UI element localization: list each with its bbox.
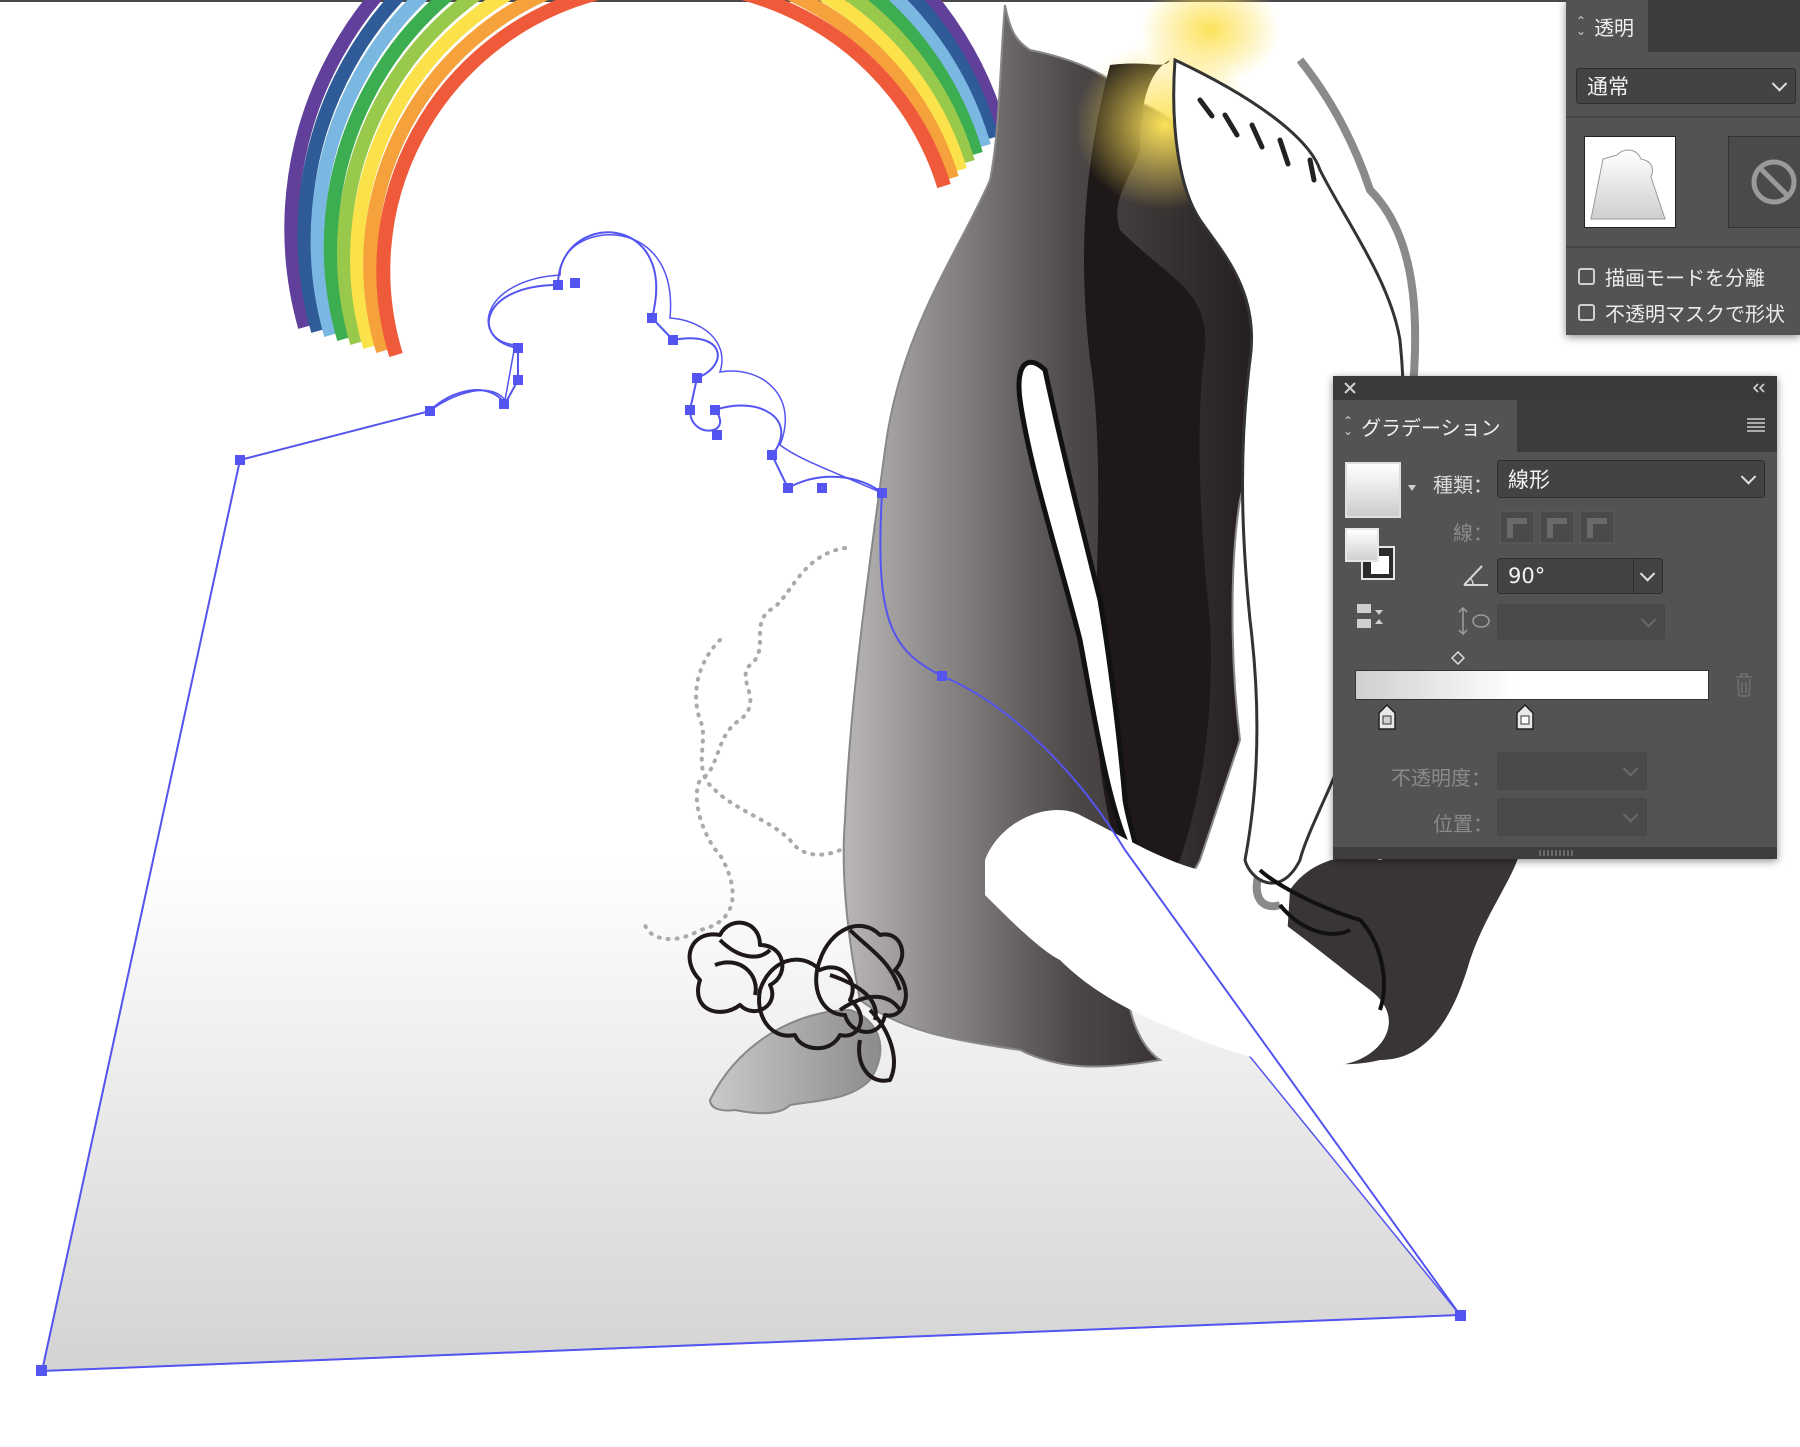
type-label: 種類： xyxy=(1433,473,1493,497)
checkbox[interactable] xyxy=(1578,268,1595,285)
double-chevron-icon[interactable] xyxy=(1751,382,1767,394)
gradient-type-dropdown[interactable]: 線形 xyxy=(1497,460,1765,498)
tab-label: 透明 xyxy=(1594,15,1635,40)
reverse-gradient-icon[interactable] xyxy=(1355,602,1385,632)
transparency-tab-bar: ⌃ ⌄ 透明 xyxy=(1566,0,1800,52)
chevron-down-icon xyxy=(1639,566,1656,582)
swatch-dropdown-icon[interactable] xyxy=(1407,484,1417,492)
opacity-label: 不透明度： xyxy=(1391,766,1491,790)
location-dropdown[interactable] xyxy=(1497,798,1647,836)
checkbox[interactable] xyxy=(1578,304,1595,321)
opacity-mask-checkbox[interactable]: 不透明マスクで形状 xyxy=(1578,298,1785,327)
chevron-down-icon xyxy=(1640,612,1657,628)
location-label: 位置： xyxy=(1433,812,1493,836)
object-thumbnail[interactable] xyxy=(1584,136,1676,228)
blend-mode-value: 通常 xyxy=(1587,75,1629,99)
checkbox-label: 不透明マスクで形状 xyxy=(1605,302,1785,326)
color-stop-left[interactable] xyxy=(1377,704,1397,730)
stroke-label: 線： xyxy=(1453,521,1493,545)
angle-dropdown[interactable] xyxy=(1633,558,1663,594)
aspect-ratio-icon xyxy=(1458,606,1490,636)
panel-titlebar[interactable] xyxy=(1333,376,1777,400)
trash-icon[interactable] xyxy=(1733,672,1755,698)
tab-label: グラデーション xyxy=(1361,415,1501,440)
gradient-swatch[interactable] xyxy=(1345,462,1401,518)
chevron-down-icon xyxy=(1740,469,1757,485)
angle-input[interactable]: 90° xyxy=(1497,558,1639,594)
expand-toggle-icon[interactable]: ⌃ ⌄ xyxy=(1576,15,1586,37)
color-stop-right[interactable] xyxy=(1515,704,1535,730)
expand-toggle-icon[interactable]: ⌃ ⌄ xyxy=(1343,415,1353,437)
fill-stroke-widget[interactable] xyxy=(1345,528,1401,584)
stroke-along-icon[interactable] xyxy=(1539,510,1575,544)
close-icon[interactable] xyxy=(1343,381,1357,395)
stroke-across-icon[interactable] xyxy=(1579,510,1615,544)
angle-icon xyxy=(1463,565,1488,586)
isolate-blending-checkbox[interactable]: 描画モードを分離 xyxy=(1578,262,1765,291)
angle-value: 90° xyxy=(1508,564,1546,588)
stroke-within-icon[interactable] xyxy=(1499,510,1535,544)
mask-thumbnail[interactable] xyxy=(1728,136,1800,228)
hamburger-menu-icon[interactable] xyxy=(1747,418,1765,432)
gradient-slider-bar[interactable] xyxy=(1355,670,1709,700)
opacity-dropdown[interactable] xyxy=(1497,752,1647,790)
tab-gradient[interactable]: ⌃ ⌄ グラデーション xyxy=(1333,400,1517,452)
midpoint-diamond-icon[interactable] xyxy=(1451,651,1465,665)
chevron-down-icon xyxy=(1622,807,1639,823)
blend-mode-dropdown[interactable]: 通常 xyxy=(1576,68,1796,104)
chevron-down-icon xyxy=(1771,76,1788,92)
checkbox-label: 描画モードを分離 xyxy=(1605,266,1765,290)
gradient-tab-bar: ⌃ ⌄ グラデーション xyxy=(1333,400,1777,452)
tab-transparency[interactable]: ⌃ ⌄ 透明 xyxy=(1566,0,1648,52)
aspect-ratio-dropdown[interactable] xyxy=(1497,604,1665,640)
transparency-panel: ⌃ ⌄ 透明 通常 描画モードを分離 不透明マスクで形状 xyxy=(1566,0,1800,335)
resize-handle[interactable] xyxy=(1333,847,1777,859)
separator xyxy=(1566,246,1800,248)
no-mask-icon xyxy=(1751,159,1797,205)
gradient-type-value: 線形 xyxy=(1508,468,1550,492)
separator xyxy=(1566,116,1800,118)
gradient-panel: ⌃ ⌄ グラデーション 種類： 線形 線： 90° 不透明度： 位置： xyxy=(1333,376,1777,859)
chevron-down-icon xyxy=(1622,761,1639,777)
